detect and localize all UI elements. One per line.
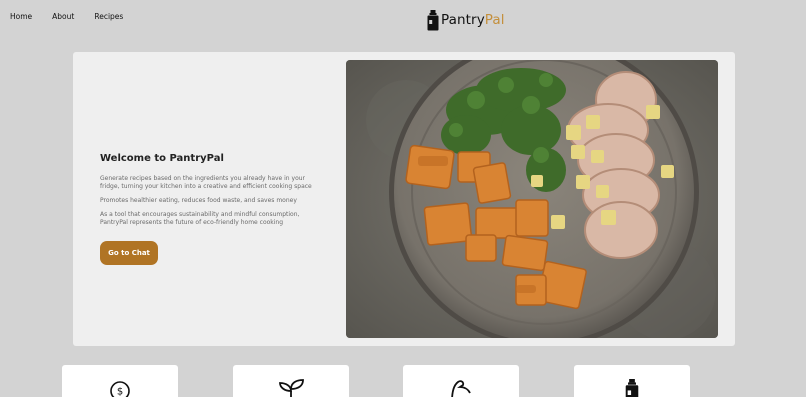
feature-card-health	[403, 365, 519, 397]
hero-paragraph-3: As a tool that encourages sustainability…	[100, 211, 300, 226]
brand-name-part2: Pal	[484, 12, 505, 28]
nav-home-link[interactable]: Home	[10, 12, 32, 22]
brand-logo[interactable]: PantryPal	[427, 9, 505, 31]
pantry-jar-icon	[427, 9, 439, 30]
svg-text:$: $	[117, 387, 123, 397]
hero-title: Welcome to PantryPal	[100, 153, 224, 164]
hero-text-block: Welcome to PantryPal Generate recipes ba…	[100, 152, 322, 265]
main-nav: Home About Recipes	[10, 12, 143, 22]
hero-food-image	[346, 60, 718, 338]
brand-name: PantryPal	[441, 12, 505, 28]
feature-card-eco	[233, 365, 349, 397]
nav-recipes-link[interactable]: Recipes	[94, 12, 123, 22]
feature-card-pantry	[574, 365, 690, 397]
hero-paragraph-2: Promotes healthier eating, reduces food …	[100, 197, 297, 204]
feature-card-savings: $	[62, 365, 178, 397]
pantry-jar-icon	[625, 379, 639, 397]
go-to-chat-button[interactable]: Go to Chat	[100, 241, 158, 265]
brand-name-part1: Pantry	[441, 12, 485, 28]
flexed-arm-icon	[451, 380, 471, 397]
piggy-bank-dollar-icon: $	[110, 381, 130, 397]
sprout-icon	[279, 379, 304, 397]
nav-about-link[interactable]: About	[52, 12, 74, 22]
hero-paragraph-1: Generate recipes based on the ingredient…	[100, 175, 312, 190]
food-plate-illustration	[346, 60, 718, 338]
hero-card: Welcome to PantryPal Generate recipes ba…	[73, 52, 735, 346]
